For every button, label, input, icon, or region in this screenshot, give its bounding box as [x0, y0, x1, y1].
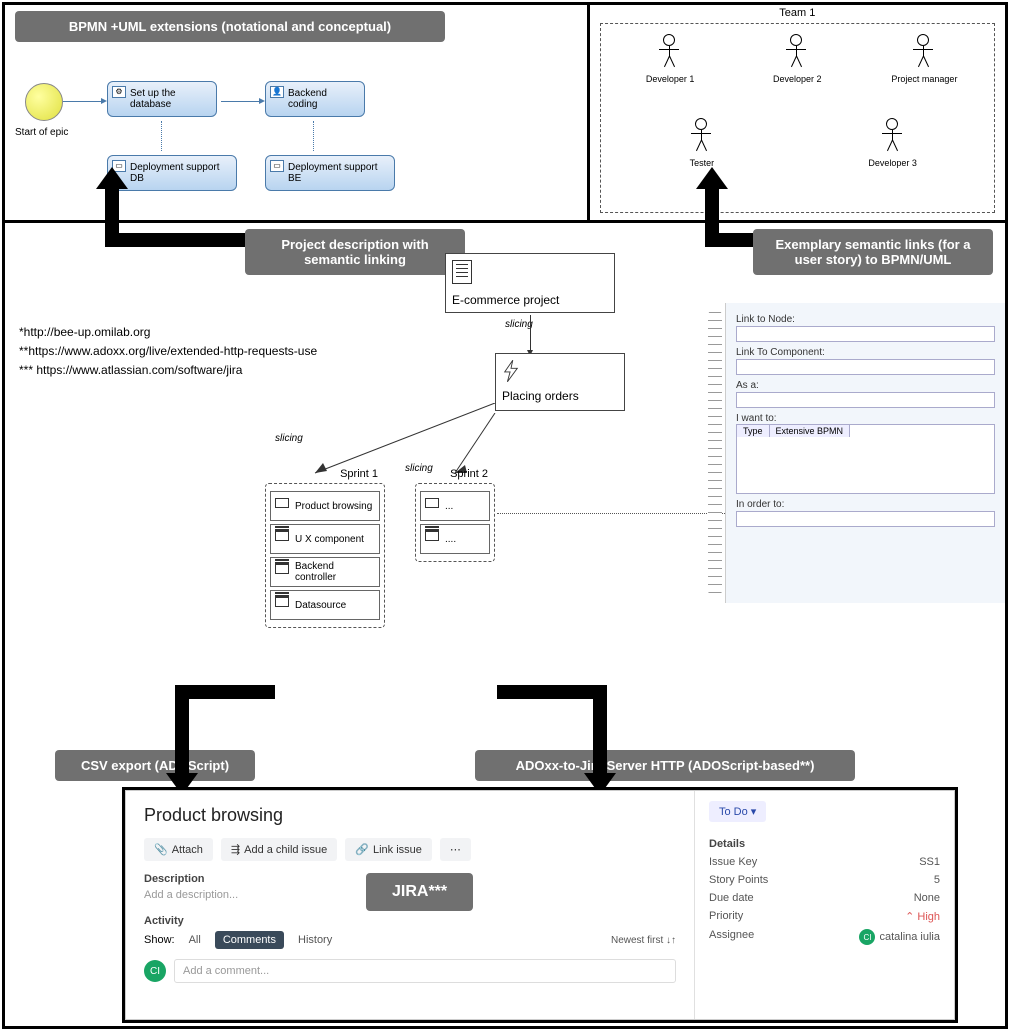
csv-banner: CSV export (ADOScript) — [55, 750, 255, 781]
person: Developer 2 — [740, 34, 854, 112]
big-arrow — [593, 685, 607, 775]
story-item: U X component — [270, 524, 380, 554]
http-banner: ADOxx-to-Jira Server HTTP (ADOScript-bas… — [475, 750, 855, 781]
top-row: BPMN +UML extensions (notational and con… — [5, 5, 1005, 223]
task-setup-db: ⚙Set up the database — [107, 81, 217, 117]
big-arrow — [175, 685, 189, 775]
avatar: CI — [144, 960, 166, 982]
sort-newest[interactable]: Newest first ↓↑ — [611, 935, 676, 946]
jira-overlay-banner: JIRA*** — [366, 873, 473, 911]
tab-comments[interactable]: Comments — [215, 931, 284, 949]
bolt-icon — [502, 360, 520, 382]
link-component-field[interactable] — [736, 359, 995, 375]
link-issue-button[interactable]: 🔗Link issue — [345, 838, 432, 861]
details-label: Details — [709, 838, 940, 850]
sprint-2: Sprint 2 ... .... — [415, 483, 495, 562]
show-label: Show: — [144, 934, 175, 946]
arrow-head-icon — [696, 167, 728, 189]
link-icon: 🔗 — [355, 843, 369, 856]
form-label: In order to: — [736, 499, 995, 510]
tab-all[interactable]: All — [181, 931, 209, 949]
person: Project manager — [867, 34, 981, 112]
attach-button[interactable]: 📎Attach — [144, 838, 213, 861]
project-box: E-commerce project — [445, 253, 615, 313]
due-date-label: Due date — [709, 892, 754, 904]
i-want-table[interactable]: TypeExtensive BPMN — [736, 424, 995, 494]
priority-label: Priority — [709, 910, 743, 923]
slicing-label: slicing — [405, 463, 433, 474]
document-icon — [452, 260, 472, 284]
assignee-value: CIcatalina iulia — [859, 929, 940, 945]
team-box: Developer 1 Developer 2 Project manager … — [600, 23, 995, 213]
arrow-icon — [530, 315, 531, 351]
task-backend: 👤Backend coding — [265, 81, 365, 117]
story-item: .... — [420, 524, 490, 554]
form-label: Link To Component: — [736, 347, 995, 358]
link-node-field[interactable] — [736, 326, 995, 342]
url-3: *** https://www.atlassian.com/software/j… — [19, 361, 317, 380]
arrow-head-icon — [96, 167, 128, 189]
assignee-label: Assignee — [709, 929, 754, 945]
story-item: ... — [420, 491, 490, 521]
dotted-line — [313, 121, 314, 151]
form-label: As a: — [736, 380, 995, 391]
avatar: CI — [859, 929, 875, 945]
team-title: Team 1 — [590, 7, 1005, 19]
epic-box: Placing orders — [495, 353, 625, 411]
dotted-line — [161, 121, 162, 151]
more-button[interactable]: ⋯ — [440, 838, 471, 861]
url-2: **https://www.adoxx.org/live/extended-ht… — [19, 342, 317, 361]
story-points: 5 — [934, 874, 940, 886]
middle-section: Project description with semantic linkin… — [5, 223, 1005, 763]
bpmn-banner: BPMN +UML extensions (notational and con… — [15, 11, 445, 42]
url-1: *http://bee-up.omilab.org — [19, 323, 317, 342]
issue-key: SS1 — [919, 856, 940, 868]
jira-side-panel: To Do ▾ Details Issue Key SS1 Story Point… — [694, 791, 954, 1019]
spiral-binding — [708, 309, 722, 597]
url-footnotes: *http://bee-up.omilab.org **https://www.… — [19, 323, 317, 381]
diagram-frame: BPMN +UML extensions (notational and con… — [2, 2, 1008, 1029]
story-item: Backend controller — [270, 557, 380, 587]
dotted-link — [497, 513, 727, 514]
form-label: Link to Node: — [736, 314, 995, 325]
story-points-label: Story Points — [709, 874, 768, 886]
story-item: Datasource — [270, 590, 380, 620]
person: Developer 1 — [613, 34, 727, 112]
priority-value: ⌃ High — [905, 910, 940, 923]
as-a-field[interactable] — [736, 392, 995, 408]
team-panel: Team 1 Developer 1 Developer 2 Project m… — [590, 5, 1005, 220]
proj-desc-banner: Project description with semantic linkin… — [245, 229, 465, 275]
person: Developer 3 — [835, 118, 949, 196]
bpmn-start-event — [25, 83, 63, 121]
jira-panel: Product browsing 📎Attach ⇶Add a child is… — [125, 790, 955, 1020]
issue-key-label: Issue Key — [709, 856, 757, 868]
jira-main: Product browsing 📎Attach ⇶Add a child is… — [126, 791, 694, 1019]
comment-input[interactable]: Add a comment... — [174, 959, 676, 983]
add-child-button[interactable]: ⇶Add a child issue — [221, 838, 337, 861]
jira-issue-title: Product browsing — [144, 805, 676, 826]
form-panel: Link to Node: Link To Component: As a: I… — [725, 303, 1005, 603]
big-arrow — [497, 685, 607, 699]
slicing-label: slicing — [505, 319, 533, 330]
tree-icon: ⇶ — [231, 843, 240, 856]
form-label: I want to: — [736, 413, 995, 424]
slicing-label: slicing — [275, 433, 303, 444]
activity-label: Activity — [144, 915, 676, 927]
arrow-icon — [63, 101, 103, 102]
task-deploy-be: ▭Deployment support BE — [265, 155, 395, 191]
in-order-field[interactable] — [736, 511, 995, 527]
sprint-1: Sprint 1 Product browsing U X component … — [265, 483, 385, 628]
due-date: None — [914, 892, 940, 904]
attach-icon: 📎 — [154, 843, 168, 856]
status-button[interactable]: To Do ▾ — [709, 801, 766, 822]
sem-links-banner: Exemplary semantic links (for a user sto… — [753, 229, 993, 275]
story-item: Product browsing — [270, 491, 380, 521]
tab-history[interactable]: History — [290, 931, 340, 949]
start-label: Start of epic — [15, 127, 68, 138]
arrow-icon — [221, 101, 261, 102]
big-arrow — [175, 685, 275, 699]
bpmn-panel: BPMN +UML extensions (notational and con… — [5, 5, 590, 220]
